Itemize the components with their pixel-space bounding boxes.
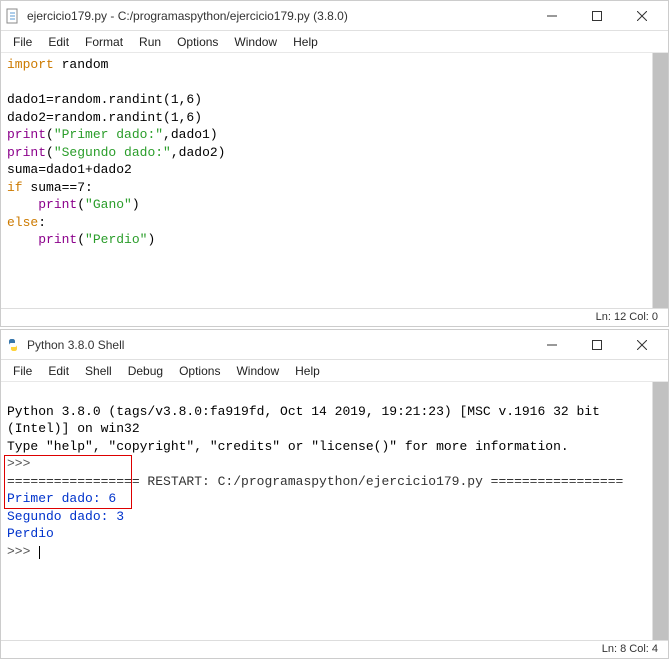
minimize-button[interactable] [529,2,574,30]
menu-window[interactable]: Window [228,362,287,380]
menu-edit[interactable]: Edit [40,362,77,380]
menu-options[interactable]: Options [169,33,226,51]
shell-titlebar[interactable]: Python 3.8.0 Shell [1,330,668,360]
menu-format[interactable]: Format [77,33,131,51]
editor-title: ejercicio179.py - C:/programaspython/eje… [27,9,529,23]
menu-edit[interactable]: Edit [40,33,77,51]
shell-title: Python 3.8.0 Shell [27,338,529,352]
text-cursor [39,546,40,559]
shell-scrollbar[interactable] [652,382,668,640]
menu-options[interactable]: Options [171,362,228,380]
menu-help[interactable]: Help [287,362,328,380]
python-shell-icon [5,337,21,353]
menu-window[interactable]: Window [226,33,285,51]
close-button[interactable] [619,2,664,30]
editor-scrollbar[interactable] [652,53,668,308]
editor-window: ejercicio179.py - C:/programaspython/eje… [0,0,669,327]
shell-out-line2: Segundo dado: 3 [7,509,124,524]
shell-prompt: >>> [7,456,30,471]
shell-out-line1: Primer dado: 6 [7,491,116,506]
shell-output[interactable]: Python 3.8.0 (tags/v3.8.0:fa919fd, Oct 1… [1,382,668,599]
shell-window-controls [529,331,664,359]
shell-statusbar: Ln: 8 Col: 4 [1,640,668,658]
maximize-button[interactable] [574,331,619,359]
shell-banner: Python 3.8.0 (tags/v3.8.0:fa919fd, Oct 1… [7,404,608,437]
shell-banner2: Type "help", "copyright", "credits" or "… [7,439,569,454]
editor-menubar: File Edit Format Run Options Window Help [1,31,668,53]
menu-help[interactable]: Help [285,33,326,51]
shell-area: Python 3.8.0 (tags/v3.8.0:fa919fd, Oct 1… [1,382,668,640]
close-button[interactable] [619,331,664,359]
editor-statusbar: Ln: 12 Col: 0 [1,308,668,326]
editor-window-controls [529,2,664,30]
editor-area: import random dado1=random.randint(1,6) … [1,53,668,308]
shell-menubar: File Edit Shell Debug Options Window Hel… [1,360,668,382]
python-file-icon [5,8,21,24]
shell-window: Python 3.8.0 Shell File Edit Shell Debug… [0,329,669,659]
menu-shell[interactable]: Shell [77,362,120,380]
menu-file[interactable]: File [5,362,40,380]
menu-run[interactable]: Run [131,33,169,51]
menu-file[interactable]: File [5,33,40,51]
code-editor[interactable]: import random dado1=random.randint(1,6) … [1,53,668,252]
shell-restart: ================= RESTART: C:/programasp… [7,474,623,489]
shell-prompt: >>> [7,544,30,559]
shell-out-line3: Perdio [7,526,54,541]
menu-debug[interactable]: Debug [120,362,171,380]
maximize-button[interactable] [574,2,619,30]
editor-titlebar[interactable]: ejercicio179.py - C:/programaspython/eje… [1,1,668,31]
minimize-button[interactable] [529,331,574,359]
